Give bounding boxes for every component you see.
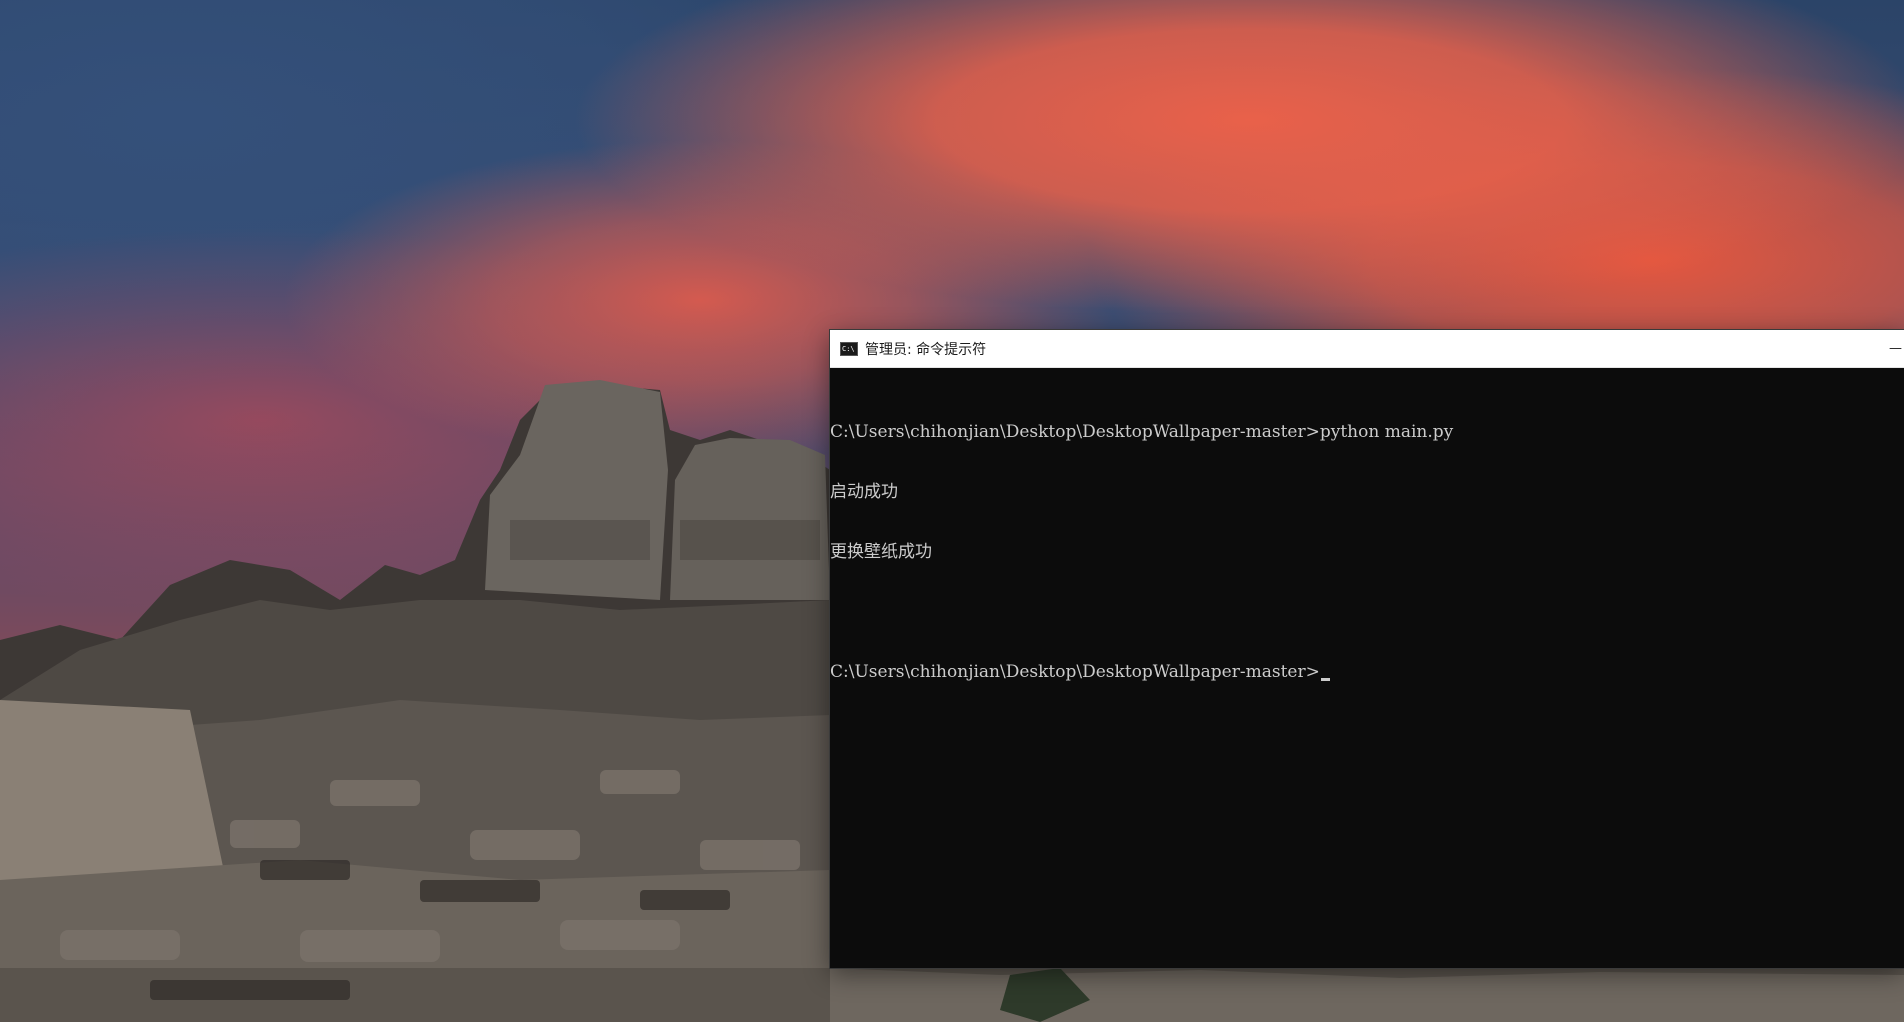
console-line: 启动成功	[830, 482, 898, 502]
minimize-button[interactable]: —	[1882, 330, 1904, 367]
window-titlebar[interactable]: 管理员: 命令提示符 —	[830, 330, 1904, 368]
command-prompt-window[interactable]: 管理员: 命令提示符 — C:\Users\chihonjian\Desktop…	[830, 330, 1904, 968]
text-cursor	[1320, 678, 1330, 681]
console-output[interactable]: C:\Users\chihonjian\Desktop\DesktopWallp…	[830, 368, 1904, 968]
console-line: 更换壁纸成功	[830, 542, 932, 562]
console-prompt-line[interactable]: C:\Users\chihonjian\Desktop\DesktopWallp…	[830, 662, 1904, 682]
window-title: 管理员: 命令提示符	[865, 341, 987, 358]
console-line: C:\Users\chihonjian\Desktop\DesktopWallp…	[830, 422, 1454, 442]
cmd-icon	[840, 341, 858, 356]
desktop-wallpaper: 管理员: 命令提示符 — C:\Users\chihonjian\Desktop…	[0, 0, 1904, 1022]
console-prompt: C:\Users\chihonjian\Desktop\DesktopWallp…	[830, 662, 1320, 682]
